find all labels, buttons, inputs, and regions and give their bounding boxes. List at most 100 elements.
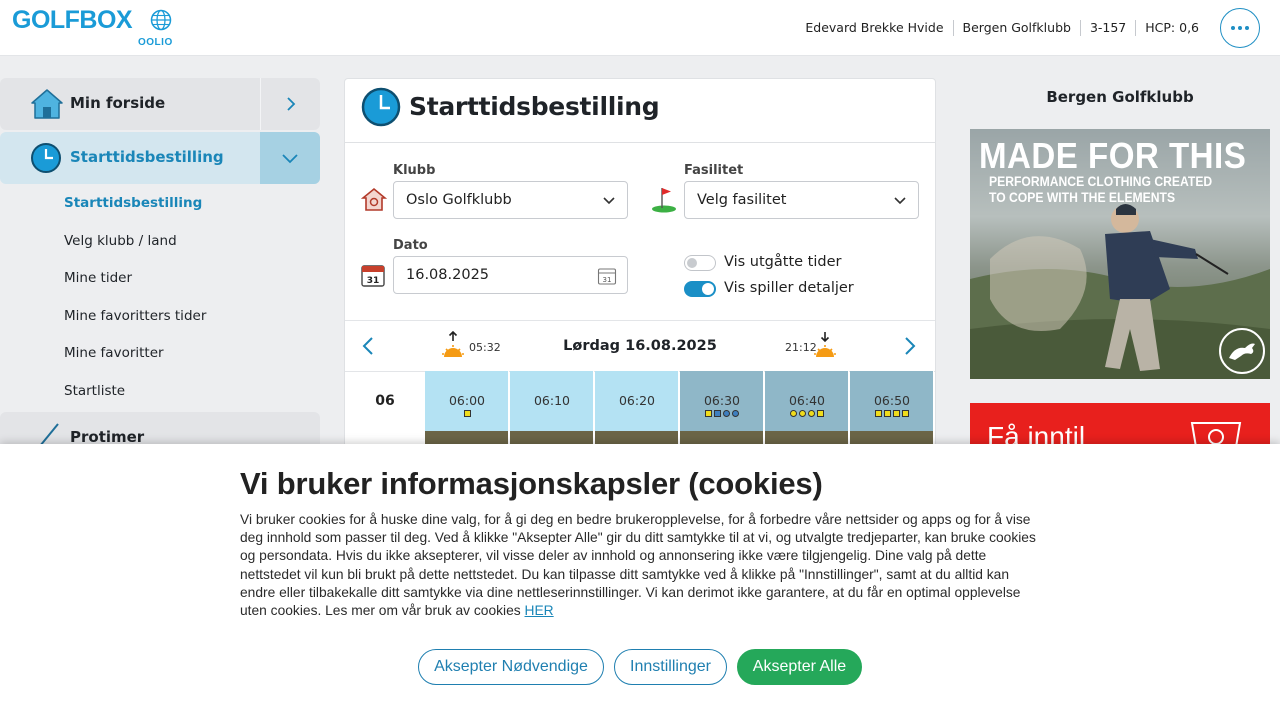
sunset-time: 21:12 [785, 341, 817, 354]
time-slot[interactable]: 06:10 [510, 371, 594, 431]
player-square-marker [714, 410, 721, 417]
svg-text:31: 31 [367, 276, 380, 286]
vis-utgatte-tider-label: Vis utgåtte tider [724, 254, 842, 270]
chevron-down-icon [603, 197, 615, 205]
hour-label: 06 [375, 393, 395, 409]
player-markers [765, 410, 849, 417]
collapse-button[interactable] [260, 132, 320, 184]
player-markers [425, 410, 509, 417]
player-square-marker [463, 410, 471, 417]
sidebar-item-starttidsbestilling[interactable]: Starttidsbestilling [0, 132, 320, 184]
player-circle-marker [808, 410, 815, 417]
vis-spiller-detaljer-toggle[interactable] [684, 281, 716, 297]
dato-label: Dato [393, 238, 428, 253]
user-info: Edevard Brekke Hvide Bergen Golfklubb 3-… [796, 20, 1208, 36]
ad-subline-1: PERFORMANCE CLOTHING CREATED [989, 174, 1213, 189]
card-header: Starttidsbestilling [345, 79, 935, 143]
time-slot[interactable]: 06:00 [425, 371, 509, 431]
time-slot-label: 06:40 [788, 393, 826, 408]
golf-flag-icon [652, 188, 676, 213]
calendar-picker-icon[interactable]: 31 [597, 266, 617, 286]
time-slot-label: 06:30 [703, 393, 741, 408]
expand-button[interactable] [260, 78, 320, 130]
globe-icon [150, 9, 172, 31]
clock-icon [31, 143, 61, 173]
cookie-body-text: Vi bruker cookies for å huske dine valg,… [240, 512, 1036, 619]
date-navigation: 05:32 Lørdag 16.08.2025 21:12 [345, 320, 935, 372]
settings-button[interactable]: Innstillinger [614, 649, 727, 685]
club-title: Bergen Golfklubb [1046, 88, 1194, 106]
player-square-marker [875, 410, 882, 417]
player-square-marker [902, 410, 909, 417]
time-slot-label: 06:00 [448, 393, 486, 408]
player-circle-marker [790, 410, 797, 417]
dato-value: 16.08.2025 [406, 267, 490, 283]
cookie-more-link[interactable]: HER [525, 603, 554, 618]
logo-subtext: OOLIO [138, 37, 173, 48]
player-square-marker [884, 410, 891, 417]
time-slot[interactable]: 06:50 [850, 371, 934, 431]
fasilitet-value: Velg fasilitet [697, 192, 787, 208]
ad-subline-2: TO COPE WITH THE ELEMENTS [989, 190, 1176, 205]
player-square-marker [705, 410, 712, 417]
time-slot-label: 06:20 [618, 393, 656, 408]
submenu-mine-favoritters-tider[interactable]: Mine favoritters tider [64, 308, 206, 324]
time-slot[interactable]: 06:30 [680, 371, 764, 431]
cookie-title: Vi bruker informasjonskapsler (cookies) [240, 466, 823, 501]
vis-utgatte-tider-toggle[interactable] [684, 255, 716, 271]
submenu-velg-klubb[interactable]: Velg klubb / land [64, 233, 177, 249]
player-square-marker [893, 410, 900, 417]
clubhouse-icon [361, 187, 387, 211]
sidebar-item-label: Min forside [70, 94, 166, 112]
time-slot-label: 06:10 [533, 393, 571, 408]
top-header: GOLFBOX OOLIO Edevard Brekke Hvide Berge… [0, 0, 1280, 56]
fasilitet-label: Fasilitet [684, 163, 744, 178]
player-markers [850, 410, 934, 417]
cookie-body: Vi bruker cookies for å huske dine valg,… [240, 511, 1040, 620]
page-title: Starttidsbestilling [409, 92, 660, 121]
player-square-marker [817, 410, 824, 417]
klubb-select[interactable]: Oslo Golfklubb [393, 181, 628, 219]
user-name[interactable]: Edevard Brekke Hvide [796, 20, 952, 36]
submenu-startliste[interactable]: Startliste [64, 383, 125, 399]
accept-all-button[interactable]: Aksepter Alle [737, 649, 862, 685]
klubb-label: Klubb [393, 163, 436, 178]
logo-text: GOLFBOX [12, 6, 133, 34]
golfbox-logo[interactable]: GOLFBOX OOLIO [12, 6, 182, 50]
sidebar-item-min-forside[interactable]: Min forside [0, 78, 320, 130]
submenu-starttidsbestilling[interactable]: Starttidsbestilling [64, 195, 202, 211]
puma-logo-icon [1219, 328, 1265, 374]
chevron-right-icon[interactable] [903, 336, 917, 356]
ellipsis-icon [1230, 26, 1251, 30]
accept-necessary-button[interactable]: Aksepter Nødvendige [418, 649, 604, 685]
fasilitet-select[interactable]: Velg fasilitet [684, 181, 919, 219]
more-menu-button[interactable] [1220, 8, 1260, 48]
chevron-down-icon [894, 197, 906, 205]
player-circle-marker [799, 410, 806, 417]
dato-input[interactable]: 16.08.2025 31 [393, 256, 628, 294]
calendar-icon: 31 [361, 265, 385, 287]
player-circle-marker [732, 410, 739, 417]
player-circle-marker [723, 410, 730, 417]
ad-banner-puma[interactable]: MADE FOR THIS PERFORMANCE CLOTHING CREAT… [970, 129, 1270, 379]
user-club[interactable]: Bergen Golfklubb [952, 20, 1080, 36]
submenu-mine-favoritter[interactable]: Mine favoritter [64, 345, 164, 361]
svg-text:31: 31 [603, 276, 612, 284]
submenu-mine-tider[interactable]: Mine tider [64, 270, 132, 286]
vis-spiller-detaljer-label: Vis spiller detaljer [724, 280, 854, 296]
time-slot[interactable]: 06:20 [595, 371, 679, 431]
clock-icon [361, 87, 401, 127]
sidebar-item-label: Starttidsbestilling [70, 148, 224, 166]
chevron-right-icon [286, 97, 295, 111]
cookie-consent-banner: Vi bruker informasjonskapsler (cookies) … [0, 444, 1280, 720]
home-icon [31, 89, 63, 119]
handicap: HCP: 0,6 [1135, 20, 1208, 36]
time-slot-label: 06:50 [873, 393, 911, 408]
selected-date-title: Lørdag 16.08.2025 [563, 338, 717, 354]
player-markers [680, 410, 764, 417]
ad-headline: MADE FOR THIS [979, 135, 1247, 176]
member-id: 3-157 [1079, 20, 1135, 36]
klubb-value: Oslo Golfklubb [406, 192, 512, 208]
time-slot[interactable]: 06:40 [765, 371, 849, 431]
sunset-icon [814, 332, 836, 357]
